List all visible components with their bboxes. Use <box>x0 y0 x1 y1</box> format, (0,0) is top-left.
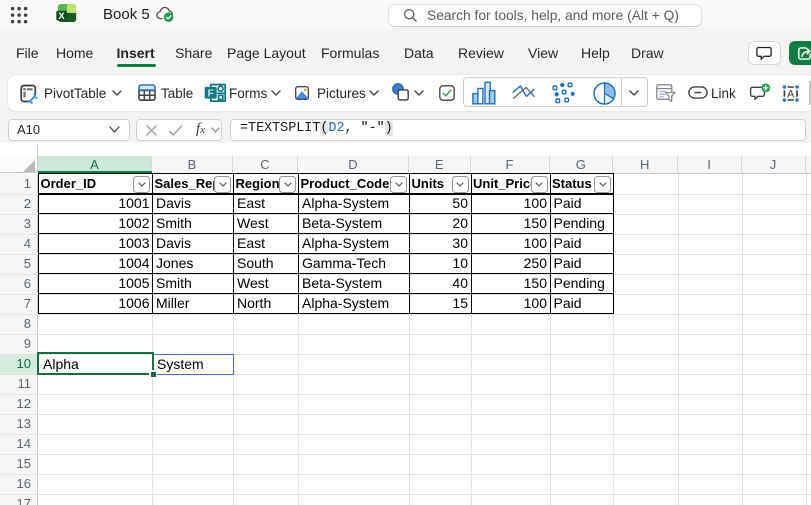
svg-text:X: X <box>58 10 65 21</box>
svg-text:A: A <box>787 89 795 101</box>
svg-text:F: F <box>207 88 214 100</box>
